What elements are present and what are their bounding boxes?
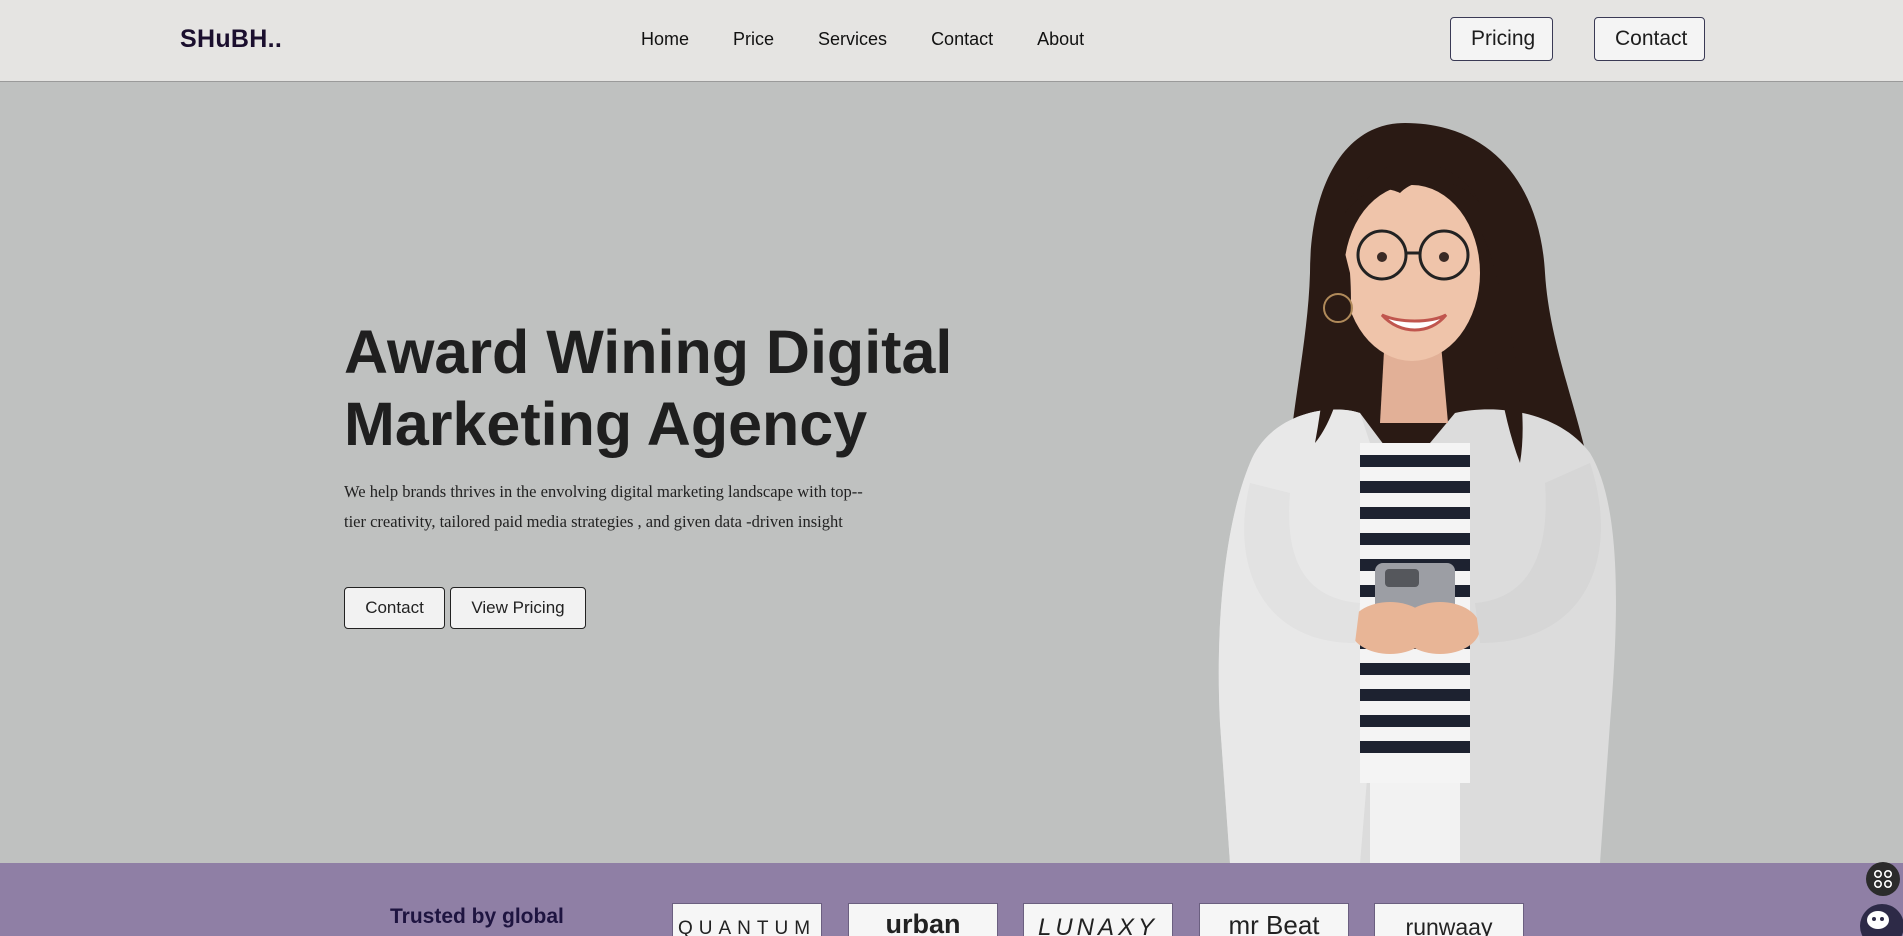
- main-menu: Home Price Services Contact About: [641, 29, 1128, 50]
- hero-contact-button[interactable]: Contact: [344, 587, 445, 629]
- client-logo-text: urban: [885, 909, 961, 936]
- client-logo-mr-beat: mr Beat: [1199, 903, 1349, 936]
- client-logo-text: LUNAXY: [1037, 914, 1159, 936]
- client-logo-text: mr Beat: [1228, 910, 1320, 936]
- nav-pricing-button[interactable]: Pricing: [1450, 17, 1553, 61]
- client-logo-runwaay: runwaay: [1374, 903, 1524, 936]
- client-logo-text: QUANTUM: [677, 918, 817, 936]
- hero-view-pricing-button[interactable]: View Pricing: [450, 587, 586, 629]
- apps-grid-icon[interactable]: [1866, 862, 1900, 896]
- client-logo-urban: urban: [848, 903, 998, 936]
- client-logo-text: runwaay: [1405, 914, 1493, 936]
- hero-portrait-image: [1218, 123, 1616, 863]
- chat-bot-icon[interactable]: [1860, 904, 1903, 936]
- nav-contact-button[interactable]: Contact: [1594, 17, 1705, 61]
- brand-logo[interactable]: SHuBH..: [180, 25, 282, 54]
- menu-item-home[interactable]: Home: [641, 29, 689, 50]
- menu-item-price[interactable]: Price: [733, 29, 774, 50]
- client-logo-quantum: QUANTUM: [672, 903, 822, 936]
- hero-section: Award Wining Digital Marketing Agency We…: [0, 83, 1903, 863]
- hero-description: We help brands thrives in the envolving …: [344, 482, 863, 531]
- client-logo-lunaxy: LUNAXY: [1023, 903, 1173, 936]
- menu-item-services[interactable]: Services: [818, 29, 887, 50]
- trusted-heading: Trusted by global: [390, 905, 564, 928]
- top-navbar: SHuBH.. Home Price Services Contact Abou…: [0, 0, 1903, 82]
- trusted-logos-band: Trusted by global QUANTUM urban LUNAXY m…: [0, 863, 1903, 936]
- menu-item-contact[interactable]: Contact: [931, 29, 993, 50]
- hero-title: Award Wining Digital Marketing Agency: [344, 318, 953, 458]
- menu-item-about[interactable]: About: [1037, 29, 1084, 50]
